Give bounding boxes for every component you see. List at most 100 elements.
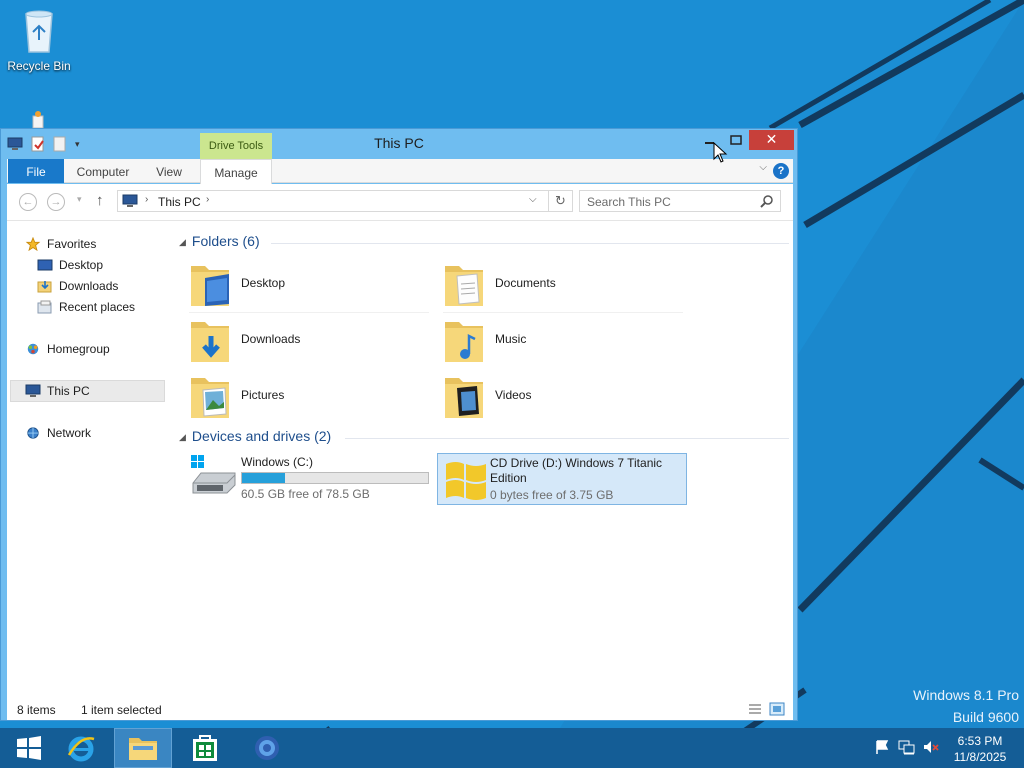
windows-logo-icon: [446, 462, 486, 500]
nav-this-pc-label: This PC: [47, 384, 90, 398]
nav-favorites-label: Favorites: [47, 237, 97, 251]
folder-label: Videos: [495, 388, 532, 402]
drive-d-name-line2: Edition: [490, 471, 527, 485]
internet-explorer-icon: [67, 736, 95, 762]
address-dropdown-icon[interactable]: ⌵: [529, 194, 537, 205]
address-bar[interactable]: › This PC › ⌵ ↻: [117, 190, 573, 212]
downloads-icon: [37, 281, 52, 293]
tab-manage[interactable]: Manage: [200, 159, 272, 184]
details-view-icon[interactable]: [747, 702, 763, 716]
nav-homegroup-label: Homegroup: [47, 342, 110, 356]
drive-c-usage-fill: [242, 473, 285, 483]
expand-ribbon-icon[interactable]: ⌵: [759, 162, 767, 173]
recycle-bin-icon: [25, 10, 53, 53]
videos-folder-icon: [445, 378, 483, 418]
refresh-icon[interactable]: ↻: [548, 191, 572, 211]
nav-network-label: Network: [47, 426, 92, 440]
system-clock[interactable]: 6:53 PM 11/8/2025: [944, 733, 1016, 765]
tab-view[interactable]: View: [147, 159, 191, 183]
drive-d-name-line1: CD Drive (D:) Windows 7 Titanic: [490, 456, 663, 470]
nav-desktop[interactable]: Desktop: [37, 255, 103, 275]
drives-group-header[interactable]: ◢ Devices and drives (2): [179, 428, 789, 448]
forward-button[interactable]: →: [47, 193, 65, 211]
nav-homegroup[interactable]: Homegroup: [25, 339, 110, 359]
folder-documents[interactable]: Documents: [443, 258, 683, 312]
row-divider: [189, 312, 429, 313]
content-pane: ◢ Folders (6) Desktop Documents Download…: [173, 221, 793, 701]
recent-places-icon: [37, 300, 52, 314]
recycle-bin-desktop-icon[interactable]: Recycle Bin: [4, 6, 74, 73]
breadcrumb-separator-icon[interactable]: ›: [145, 194, 148, 205]
network-tray-icon[interactable]: [898, 739, 916, 755]
close-button[interactable]: ✕: [749, 130, 794, 150]
nav-network[interactable]: Network: [25, 423, 91, 443]
ribbon-tabs: File Computer View Manage ⌵ ?: [7, 159, 793, 184]
drive-d-free-space: 0 bytes free of 3.75 GB: [490, 488, 614, 502]
desktop-icon: [37, 259, 53, 271]
search-input[interactable]: Search This PC: [587, 195, 671, 209]
folders-group-header[interactable]: ◢ Folders (6): [179, 233, 789, 253]
os-watermark: Windows 8.1 Pro Build 9600: [913, 684, 1019, 728]
documents-folder-icon: [445, 266, 483, 306]
downloads-folder-icon: [191, 322, 229, 362]
this-pc-icon: [25, 384, 41, 397]
folder-desktop[interactable]: Desktop: [189, 258, 429, 312]
group-divider: [271, 243, 789, 244]
large-icons-view-icon[interactable]: [769, 702, 785, 716]
breadcrumb-chevron-icon[interactable]: ›: [206, 194, 209, 205]
folder-label: Music: [495, 332, 527, 346]
network-icon: [27, 427, 39, 439]
up-arrow-icon[interactable]: ↑: [96, 192, 104, 209]
watermark-edition: Windows 8.1 Pro: [913, 687, 1019, 703]
volume-muted-icon[interactable]: [922, 739, 940, 755]
folder-label: Downloads: [241, 332, 301, 346]
selection-count: 1 item selected: [81, 703, 162, 717]
taskbar-file-explorer[interactable]: [114, 728, 172, 768]
folder-downloads[interactable]: Downloads: [189, 314, 429, 368]
start-button[interactable]: [0, 728, 58, 768]
pictures-folder-icon: [191, 378, 229, 418]
explorer-body: Favorites Desktop Downloads Recent place…: [7, 220, 793, 700]
nav-favorites[interactable]: Favorites: [25, 234, 96, 254]
title-bar[interactable]: ▾ Drive Tools This PC ✕: [1, 129, 797, 159]
collapse-icon[interactable]: ◢: [179, 237, 186, 247]
desktop-shortcut-icon[interactable]: [30, 110, 46, 128]
item-count: 8 items: [17, 703, 56, 717]
help-icon[interactable]: ?: [773, 163, 789, 179]
window-title: This PC: [374, 135, 424, 151]
nav-this-pc[interactable]: This PC: [25, 381, 90, 401]
clock-time: 6:53 PM: [957, 734, 1003, 748]
search-icon[interactable]: [760, 194, 774, 208]
taskbar: 6:53 PM 11/8/2025: [0, 728, 1024, 768]
action-center-flag-icon[interactable]: [874, 739, 890, 755]
status-bar: 8 items 1 item selected: [7, 700, 793, 720]
back-button[interactable]: ←: [19, 193, 37, 211]
navigation-bar: ← → ▾ ↑ › This PC › ⌵ ↻ Search This PC: [7, 184, 793, 220]
drive-d[interactable]: CD Drive (D:) Windows 7 Titanic Edition 0…: [437, 453, 687, 505]
tab-file[interactable]: File: [8, 159, 64, 183]
search-box[interactable]: Search This PC: [579, 190, 781, 212]
nav-recent-places[interactable]: Recent places: [37, 297, 135, 317]
folders-group-label: Folders (6): [191, 233, 260, 249]
homegroup-icon: [27, 343, 39, 355]
folder-videos[interactable]: Videos: [443, 370, 683, 424]
recent-locations-icon[interactable]: ▾: [77, 194, 82, 205]
taskbar-internet-explorer[interactable]: [52, 728, 110, 768]
collapse-icon[interactable]: ◢: [179, 432, 186, 442]
taskbar-browser[interactable]: [238, 728, 296, 768]
nav-downloads-label: Downloads: [59, 279, 119, 293]
nav-downloads[interactable]: Downloads: [37, 276, 118, 296]
drive-c-usage-bar: [241, 472, 429, 484]
folder-music[interactable]: Music: [443, 314, 683, 368]
drive-c[interactable]: Windows (C:) 60.5 GB free of 78.5 GB: [189, 453, 439, 505]
tab-computer[interactable]: Computer: [69, 159, 137, 183]
drives-group-label: Devices and drives (2): [191, 428, 332, 444]
clock-date: 11/8/2025: [953, 750, 1007, 764]
taskbar-store[interactable]: [176, 728, 234, 768]
breadcrumb-this-pc[interactable]: This PC: [158, 195, 201, 209]
music-folder-icon: [445, 322, 483, 362]
recycle-bin-label: Recycle Bin: [7, 59, 71, 73]
this-pc-icon: [122, 194, 138, 207]
mouse-cursor-icon: [713, 141, 728, 163]
folder-pictures[interactable]: Pictures: [189, 370, 429, 424]
